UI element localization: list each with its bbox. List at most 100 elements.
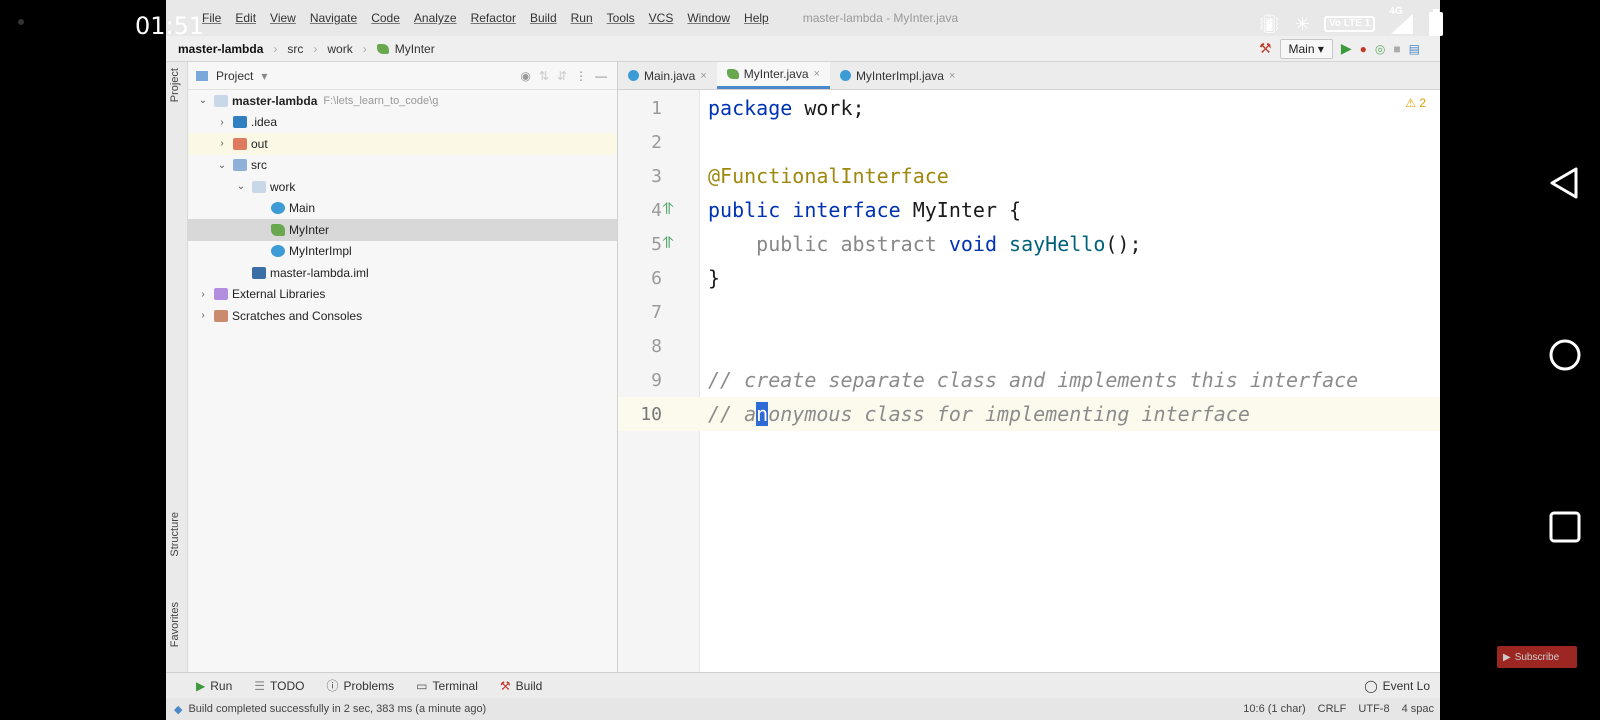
class-icon [628,70,639,81]
project-panel: Project ▾ ◉ ⇅ ⇵ ⋮ — ⌄ master-lambda F:\let… [188,62,618,672]
text-caret: n [756,402,769,426]
run-config-select[interactable]: Main ▾ [1279,38,1333,59]
code-line[interactable]: 6} [651,261,1440,295]
phone-status-bar: 📳︎ ✳︎ Vo LTE 1 4G [1258,6,1444,40]
collapse-all-icon[interactable]: ⇵ [557,69,567,83]
close-icon[interactable]: × [700,70,706,82]
tree-item[interactable]: › Scratches and Consoles [188,305,617,327]
close-icon[interactable]: × [949,70,955,82]
code-line[interactable]: 10 // anonymous class for implementing in… [618,397,1440,431]
run-tool-button[interactable]: ▶ Run [196,679,232,693]
editor-tab[interactable]: MyInter.java × [716,62,830,89]
menu-edit[interactable]: Edit [235,11,256,25]
code-line[interactable]: 2 [651,125,1440,159]
todo-tool-button[interactable]: ☰ TODO [254,679,304,693]
menu-help[interactable]: Help [744,11,769,25]
status-message[interactable]: Build completed successfully in 2 sec, 3… [188,703,486,715]
structure-tool-label[interactable]: Structure [169,512,181,557]
menu-build[interactable]: Build [530,11,557,25]
code-line[interactable]: 8 [651,329,1440,363]
breadcrumb-src[interactable]: src [287,42,303,56]
menu-file[interactable]: File [202,11,221,25]
chevron-down-icon[interactable]: ⌄ [234,181,248,192]
project-tool-label[interactable]: Project [169,68,181,102]
back-icon[interactable] [1548,166,1580,200]
code-line[interactable]: 4 ⥣ public interface MyInter { [651,193,1440,227]
indent-setting[interactable]: 4 spac [1402,703,1434,715]
tool-label: Problems [343,678,395,693]
code-editor[interactable]: ⚠ 2 1 package work; 2 3 @FunctionalInterface… [618,90,1440,672]
line-number: 10 [640,403,662,425]
locate-icon[interactable]: ◉ [520,69,530,83]
breadcrumb-project[interactable]: master-lambda [178,42,263,56]
menu-vcs[interactable]: VCS [649,11,674,25]
tree-item[interactable]: ⌄ work [188,176,617,198]
code-line[interactable]: 5 ⥣ public abstract void sayHello(); [651,227,1440,261]
code-line[interactable]: 9 // create separate class and implements… [651,363,1440,397]
problems-tool-button[interactable]: ⓘ Problems [326,677,394,694]
code-token: public interface [708,198,901,222]
tree-item[interactable]: MyInterImpl [188,241,617,263]
tree-item[interactable]: › External Libraries [188,284,617,306]
run-icon[interactable]: ▶ [1341,40,1352,57]
hammer-icon[interactable]: ⚒ [1259,40,1272,57]
close-icon[interactable]: × [814,68,820,80]
terminal-tool-button[interactable]: ▭ Terminal [416,679,478,693]
line-separator[interactable]: CRLF [1318,703,1347,715]
volte-badge: Vo LTE 1 [1323,16,1376,32]
line-number: 8 [651,335,662,357]
recents-icon[interactable] [1548,510,1582,544]
file-encoding[interactable]: UTF-8 [1358,703,1389,715]
breadcrumb-work[interactable]: work [327,42,352,56]
tree-item[interactable]: MyInter [188,219,617,241]
code-line[interactable]: 1 package work; [651,91,1440,125]
tree-item[interactable]: ⌄ master-lambda F:\lets_learn_to_code\g [188,90,617,112]
build-status-icon: ◆ [174,703,183,716]
chevron-right-icon[interactable]: › [215,117,229,128]
hide-icon[interactable]: — [595,69,617,83]
chevron-right-icon[interactable]: › [215,138,229,149]
favorites-tool-label[interactable]: Favorites [169,602,181,647]
library-icon [214,288,228,301]
tree-item[interactable]: › .idea [188,112,617,134]
caret-position[interactable]: 10:6 (1 char) [1243,703,1305,715]
menu-run[interactable]: Run [571,11,593,25]
chevron-down-icon[interactable]: ▾ [261,69,267,83]
tree-item[interactable]: › out [188,133,617,155]
tree-item[interactable]: Main [188,198,617,220]
menu-window[interactable]: Window [687,11,730,25]
tab-label: MyInter.java [743,67,809,81]
home-icon[interactable] [1548,338,1582,372]
code-text: public interface MyInter { [708,198,1021,222]
tree-item[interactable]: ⌄ src [188,155,617,177]
menu-view[interactable]: View [270,11,296,25]
menu-navigate[interactable]: Navigate [310,11,357,25]
subscribe-button[interactable]: ▶ Subscribe [1497,646,1577,668]
tree-item[interactable]: master-lambda.iml [188,262,617,284]
chevron-right-icon[interactable]: › [196,289,210,300]
implementation-gutter-icon[interactable]: ⥣ [662,235,674,253]
menu-code[interactable]: Code [371,11,400,25]
project-structure-icon[interactable]: ▤ [1409,42,1420,56]
project-panel-title[interactable]: Project [216,69,253,83]
menu-refactor[interactable]: Refactor [471,11,516,25]
breadcrumb-file[interactable]: MyInter [395,42,435,56]
coverage-icon[interactable]: ◎ [1375,42,1385,56]
debug-icon[interactable]: ● [1360,42,1367,56]
options-icon[interactable]: ⋮ [575,69,587,83]
event-log-button[interactable]: ◯ Event Lo [1364,679,1440,693]
menu-tools[interactable]: Tools [607,11,635,25]
menu-analyze[interactable]: Analyze [414,11,457,25]
expand-all-icon[interactable]: ⇅ [539,69,549,83]
chevron-down-icon[interactable]: ⌄ [215,160,229,171]
chevron-down-icon[interactable]: ⌄ [196,95,210,106]
editor-tab[interactable]: Main.java × [618,62,717,89]
editor-tab[interactable]: MyInterImpl.java × [830,62,965,89]
class-icon [271,202,285,215]
code-line[interactable]: 7 [651,295,1440,329]
build-tool-button[interactable]: ⚒ Build [500,679,542,693]
implementation-gutter-icon[interactable]: ⥣ [662,201,674,219]
stop-icon[interactable]: ■ [1393,42,1400,56]
code-line[interactable]: 3 @FunctionalInterface [651,159,1440,193]
chevron-right-icon[interactable]: › [196,310,210,321]
